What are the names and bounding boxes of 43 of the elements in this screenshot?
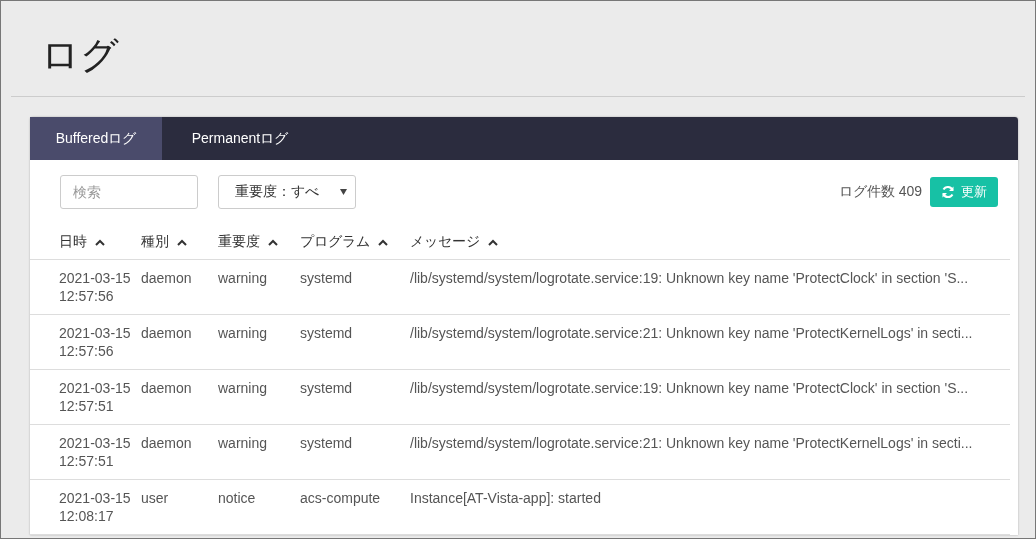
table-cell: warning bbox=[218, 270, 268, 286]
column-header[interactable]: 種別 bbox=[141, 233, 187, 251]
table-cell-text: 2021-03-15 12:08:17 bbox=[59, 489, 132, 525]
severity-dropdown[interactable]: 重要度：すべ bbox=[218, 175, 356, 209]
column-header[interactable]: 重要度 bbox=[218, 233, 278, 251]
table-cell: notice bbox=[218, 490, 256, 506]
table-cell: warning bbox=[218, 325, 268, 341]
caret-icon bbox=[340, 189, 347, 195]
tab[interactable]: Bufferedログ bbox=[30, 117, 162, 160]
table-cell-text: 2021-03-15 12:57:56 bbox=[59, 269, 132, 305]
table-cell: systemd bbox=[300, 270, 353, 286]
table-cell: daemon bbox=[141, 380, 192, 396]
tab[interactable]: Permanentログ bbox=[162, 117, 318, 160]
table-cell-text: 2021-03-15 12:57:56 bbox=[59, 324, 132, 360]
sort-icon bbox=[378, 238, 388, 246]
table-cell: /lib/systemd/system/logrotate.service:19: Unknown key name 'ProtectClock' in section 'S... bbox=[410, 270, 969, 286]
table-cell: systemd bbox=[300, 380, 353, 396]
sort-icon bbox=[177, 238, 187, 246]
column-header[interactable]: メッセージ bbox=[410, 233, 498, 251]
table-cell-text: 2021-03-15 12:57:51 bbox=[59, 379, 132, 415]
sort-icon bbox=[268, 238, 278, 246]
table-cell: user bbox=[141, 490, 169, 506]
sort-icon bbox=[488, 238, 498, 246]
table-cell: systemd bbox=[300, 435, 353, 451]
table-cell: systemd bbox=[300, 325, 353, 341]
page-title: ログ bbox=[11, 1, 1025, 97]
table-cell-text: 2021-03-15 12:57:51 bbox=[59, 434, 132, 470]
log-count: ログ件数 409 bbox=[838, 183, 922, 201]
table-cell: Instance[AT-Vista-app]: started bbox=[410, 490, 601, 506]
table-cell: /lib/systemd/system/logrotate.service:21: Unknown key name 'ProtectKernelLogs' in secti... bbox=[410, 325, 973, 341]
refresh-icon bbox=[941, 185, 955, 199]
table-cell: /lib/systemd/system/logrotate.service:19: Unknown key name 'ProtectClock' in section 'S... bbox=[410, 380, 969, 396]
search-field[interactable]: 検索 bbox=[60, 175, 198, 209]
table-cell: warning bbox=[218, 435, 268, 451]
table-cell: acs-compute bbox=[300, 490, 381, 506]
table-cell: daemon bbox=[141, 325, 192, 341]
table-cell: daemon bbox=[141, 270, 192, 286]
sort-icon bbox=[95, 238, 105, 246]
column-header[interactable]: 日時 bbox=[59, 233, 105, 251]
column-header[interactable]: プログラム bbox=[300, 233, 388, 251]
table-cell: /lib/systemd/system/logrotate.service:21: Unknown key name 'ProtectKernelLogs' in secti... bbox=[410, 435, 973, 451]
table-cell: daemon bbox=[141, 435, 192, 451]
table-cell: warning bbox=[218, 380, 268, 396]
